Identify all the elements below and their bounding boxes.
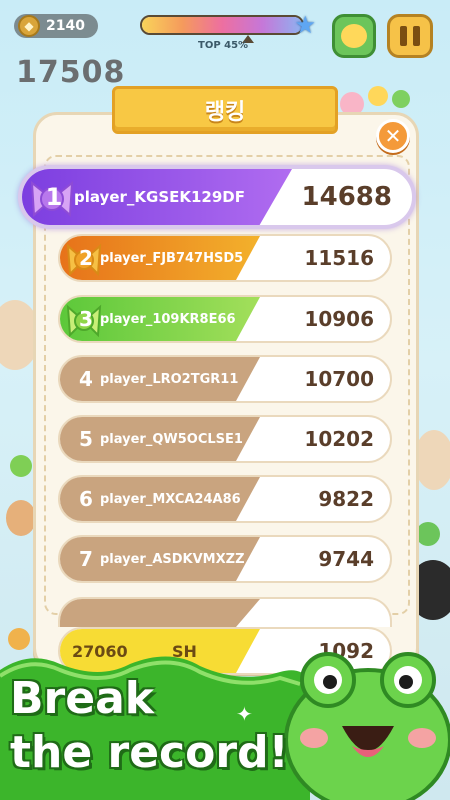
- current-score: 17508: [16, 55, 126, 90]
- progress-track: [140, 15, 304, 35]
- player-name: player_109KR8E66: [100, 311, 236, 327]
- character-button[interactable]: [332, 14, 376, 58]
- background-bubble: [8, 628, 30, 650]
- pause-button[interactable]: [387, 14, 433, 58]
- ranking-row-3[interactable]: 3 player_109KR8E66 10906: [58, 295, 392, 343]
- rank-number: 1: [45, 183, 63, 211]
- background-bubble: [392, 90, 410, 108]
- coin-value: 2140: [46, 18, 85, 34]
- ranking-row-5[interactable]: 5 player_QW5OCLSE1 10202: [58, 415, 392, 463]
- rank-number: 4: [79, 367, 93, 391]
- player-score: 10700: [304, 367, 374, 391]
- player-name: player_ASDKVMXZZ: [100, 551, 245, 567]
- player-score: 10202: [304, 427, 374, 451]
- promo-line-2: the record!: [10, 727, 289, 778]
- player-score: 14688: [301, 182, 392, 212]
- ranking-row-partial[interactable]: [58, 597, 392, 627]
- player-score: 9822: [318, 487, 374, 511]
- background-bubble: [10, 455, 32, 477]
- promo-headline: Break the record!: [10, 672, 289, 780]
- player-name: player_KGSEK129DF: [74, 188, 246, 206]
- pause-icon: [413, 26, 420, 46]
- close-button[interactable]: ✕: [376, 119, 410, 153]
- background-bubble: [6, 500, 36, 536]
- rank-number: 6: [79, 487, 93, 511]
- frog-mascot-icon: [284, 652, 450, 800]
- close-icon: ✕: [384, 124, 402, 148]
- background-bubble: [416, 522, 440, 546]
- player-name: player_LRO2TGR11: [100, 371, 239, 387]
- player-name: player_FJB747HSD5: [100, 250, 244, 266]
- ranking-row-6[interactable]: 6 player_MXCA24A86 9822: [58, 475, 392, 523]
- player-score: 9744: [318, 547, 374, 571]
- rank-number: 2: [79, 246, 93, 270]
- background-bubble: [368, 86, 388, 106]
- rank-number: 5: [79, 427, 93, 451]
- player-score: 11516: [304, 246, 374, 270]
- player-name: player_QW5OCLSE1: [100, 431, 243, 447]
- coin-icon: ◆: [18, 15, 40, 37]
- promo-line-1: Break: [10, 673, 155, 724]
- ranking-row-2[interactable]: 2 player_FJB747HSD5 11516: [58, 234, 392, 282]
- ranking-title-ribbon: 랭킹: [112, 86, 338, 134]
- player-name: player_MXCA24A86: [100, 491, 241, 507]
- frog-face-icon: [341, 24, 367, 48]
- ranking-row-7[interactable]: 7 player_ASDKVMXZZ 9744: [58, 535, 392, 583]
- rank-progress-bar: ★: [140, 11, 316, 43]
- coin-counter: ◆ 2140: [14, 14, 98, 38]
- star-icon: ★: [294, 11, 316, 39]
- top-percent-label: TOP 45%: [198, 40, 249, 51]
- progress-fill: [142, 17, 302, 33]
- panel-title: 랭킹: [204, 100, 246, 125]
- ranking-row-1[interactable]: 1 player_KGSEK129DF 14688: [18, 165, 416, 229]
- background-bubble: [414, 430, 450, 490]
- ranking-row-4[interactable]: 4 player_LRO2TGR11 10700: [58, 355, 392, 403]
- pause-icon: [400, 26, 407, 46]
- rank-number: 7: [79, 547, 93, 571]
- player-score: 10906: [304, 307, 374, 331]
- rank-band: [60, 599, 260, 627]
- rank-number: 3: [79, 307, 93, 331]
